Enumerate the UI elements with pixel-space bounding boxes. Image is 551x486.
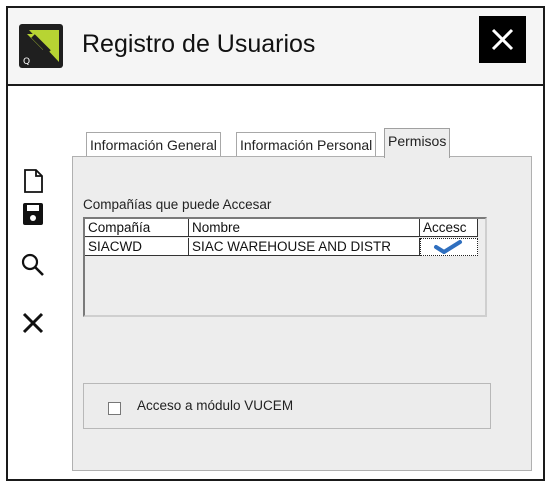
- companies-grid[interactable]: Compañía Nombre Accesc SIACWD SIAC WAREH…: [83, 217, 487, 317]
- companies-label: Compañías que puede Accesar: [83, 197, 272, 212]
- tabs-area: Información General Información Personal…: [72, 126, 532, 471]
- checkmark-icon: [434, 240, 462, 254]
- close-icon: [491, 28, 514, 51]
- tab-informacion-general[interactable]: Información General: [86, 132, 221, 157]
- save-floppy-icon[interactable]: [20, 201, 46, 227]
- vucem-group: Acceso a módulo VUCEM: [83, 383, 491, 429]
- app-logo-icon: Q: [19, 24, 63, 68]
- svg-text:Q: Q: [23, 57, 30, 67]
- permisos-panel: Compañías que puede Accesar Compañía Nom…: [72, 156, 532, 471]
- tab-informacion-personal[interactable]: Información Personal: [236, 132, 377, 157]
- cell-nombre[interactable]: SIAC WAREHOUSE AND DISTR: [189, 238, 420, 256]
- column-header-acceso[interactable]: Accesc: [420, 219, 478, 237]
- cell-acceso-checkbox[interactable]: [420, 238, 478, 256]
- close-button[interactable]: [479, 16, 526, 63]
- new-document-icon[interactable]: [20, 168, 46, 194]
- column-header-compania[interactable]: Compañía: [85, 219, 189, 237]
- registro-usuarios-window: Q Registro de Usuarios Información Gener…: [6, 6, 545, 481]
- title-bar: Q Registro de Usuarios: [8, 8, 543, 86]
- vucem-label[interactable]: Acceso a módulo VUCEM: [137, 398, 293, 413]
- window-title: Registro de Usuarios: [82, 30, 316, 58]
- search-icon[interactable]: [20, 252, 46, 278]
- cell-compania[interactable]: SIACWD: [85, 238, 189, 256]
- tab-permisos[interactable]: Permisos: [384, 128, 451, 158]
- vucem-checkbox[interactable]: [108, 402, 121, 415]
- cancel-x-icon[interactable]: [20, 310, 46, 336]
- column-header-nombre[interactable]: Nombre: [189, 219, 420, 237]
